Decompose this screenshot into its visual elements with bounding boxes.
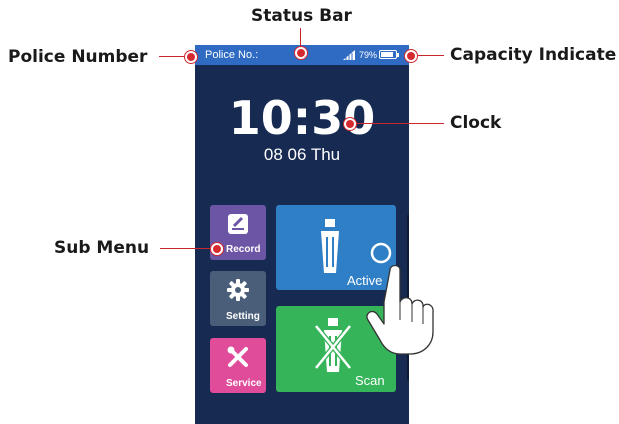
record-label: Record (226, 244, 261, 255)
battery-percentage: 79% (359, 50, 378, 60)
capacity-callout-dot (405, 50, 417, 62)
clock-time: 10:30 (228, 91, 376, 145)
setting-tile[interactable]: Setting (210, 271, 266, 326)
police-number-callout: Police Number (8, 47, 148, 67)
clock-date: 08 06 Thu (263, 145, 341, 164)
status-bar-callout: Status Bar (251, 6, 352, 26)
police-number-label: Police No.: (205, 49, 259, 61)
tapping-hand-icon (366, 264, 434, 355)
edit-icon (228, 214, 248, 234)
service-label: Service (226, 378, 262, 389)
status-bar-callout-dot (295, 47, 307, 59)
service-tile[interactable]: Service (210, 338, 266, 393)
breathalyzer-cup-icon (321, 219, 339, 273)
scan-label: Scan (355, 373, 385, 388)
sub-menu-callout-dot (211, 243, 223, 255)
setting-label: Setting (226, 311, 260, 322)
gear-icon (227, 279, 249, 301)
police-number-callout-dot (185, 51, 197, 63)
clock-callout-dot (344, 118, 356, 130)
clock-callout-line (352, 123, 444, 124)
signal-icon (343, 50, 355, 60)
sub-menu-callout: Sub Menu (54, 238, 150, 258)
device-screen: Police No.: 79% 10:30 08 06 Thu Record S… (195, 45, 409, 424)
sub-menu-callout-line (160, 248, 212, 249)
capacity-callout-line (414, 55, 444, 56)
battery-icon (379, 50, 399, 59)
crossed-cup-icon (314, 318, 352, 372)
tools-icon (227, 346, 248, 367)
clock-callout: Clock (450, 113, 502, 133)
capacity-callout: Capacity Indicate (450, 45, 617, 65)
